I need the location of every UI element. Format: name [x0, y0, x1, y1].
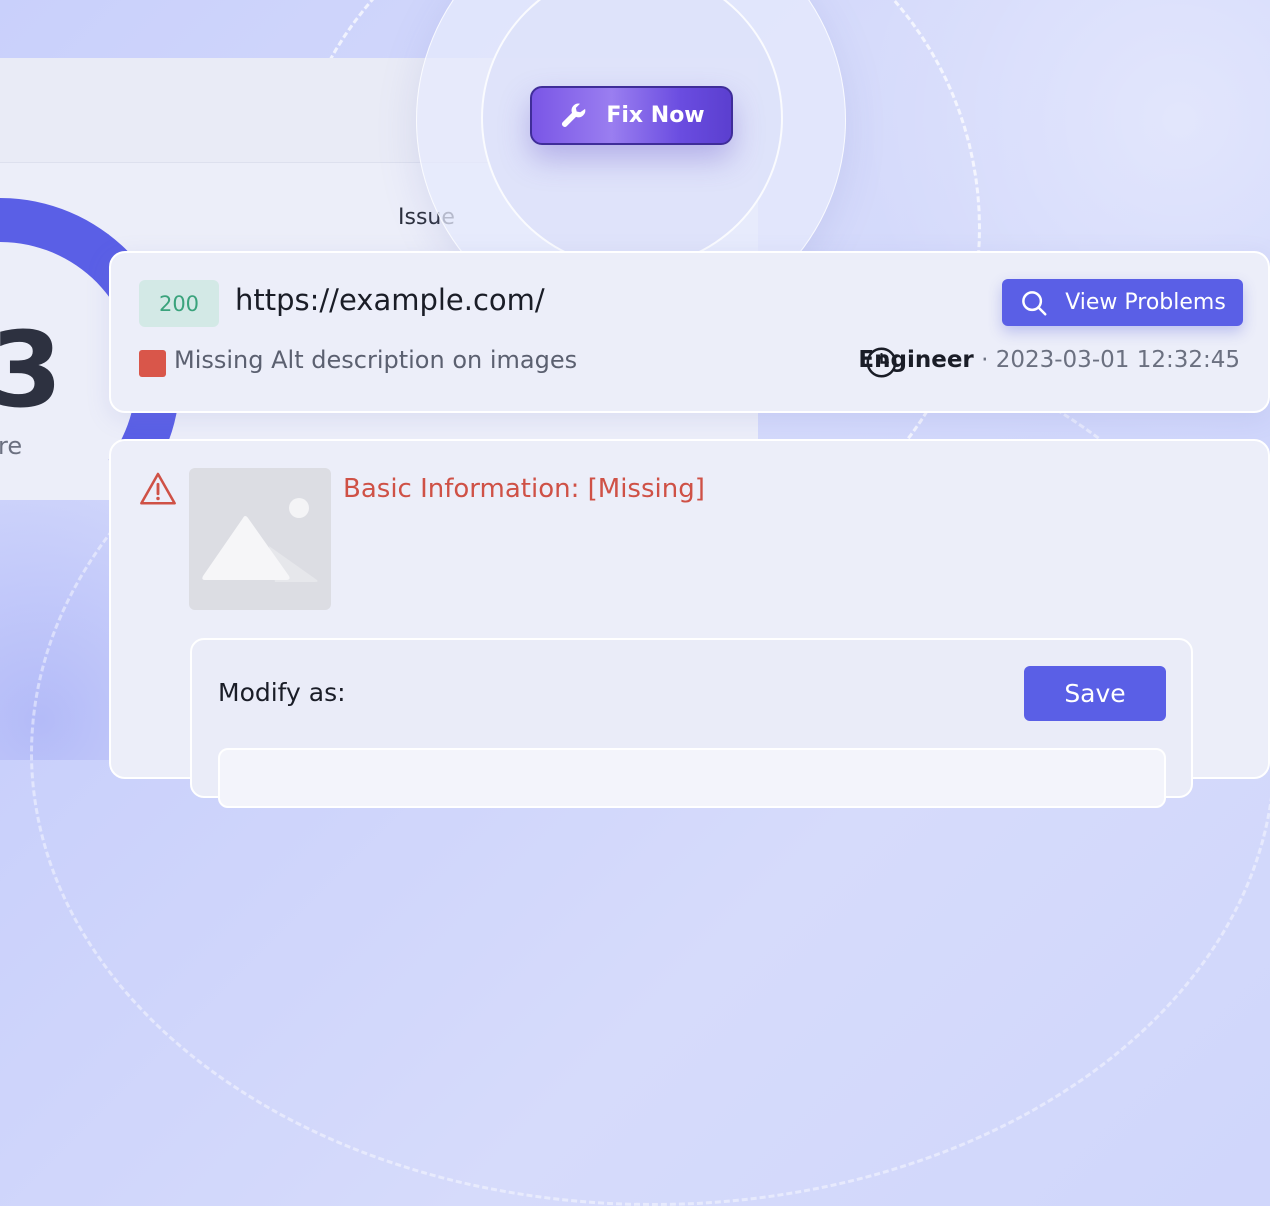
- error-severity-icon: [139, 350, 166, 377]
- page-url[interactable]: https://example.com/: [235, 283, 545, 317]
- issue-meta: Engineer · 2023-03-01 12:32:45: [858, 347, 1240, 373]
- issue-description: Missing Alt description on images: [174, 346, 578, 374]
- basic-info-status: Basic Information: [Missing]: [343, 474, 705, 504]
- save-button[interactable]: Save: [1024, 666, 1166, 721]
- status-badge: 200: [139, 280, 219, 327]
- wrench-icon: [562, 103, 586, 127]
- issue-card: 200 https://example.com/ View Problems M…: [109, 251, 1270, 413]
- issue-detail-card: Basic Information: [Missing] Modify as: …: [109, 439, 1270, 808]
- warning-icon: [140, 472, 176, 505]
- modify-panel: Modify as: Save: [190, 638, 1193, 808]
- view-problems-label: View Problems: [1065, 290, 1226, 315]
- alt-text-input[interactable]: [218, 748, 1166, 808]
- meta-separator: ·: [981, 347, 989, 373]
- issue-timestamp: 2023-03-01 12:32:45: [995, 347, 1240, 373]
- image-thumbnail: [189, 468, 331, 610]
- assignee-role: Engineer: [858, 347, 974, 373]
- fix-now-label: Fix Now: [606, 103, 705, 128]
- score-value: 3: [0, 309, 63, 431]
- view-problems-button[interactable]: View Problems: [1002, 279, 1243, 326]
- modify-label: Modify as:: [218, 678, 346, 707]
- fix-now-button[interactable]: Fix Now: [530, 86, 733, 145]
- image-placeholder-icon: [202, 498, 318, 582]
- search-icon: [1022, 290, 1047, 315]
- score-label: re: [0, 432, 23, 460]
